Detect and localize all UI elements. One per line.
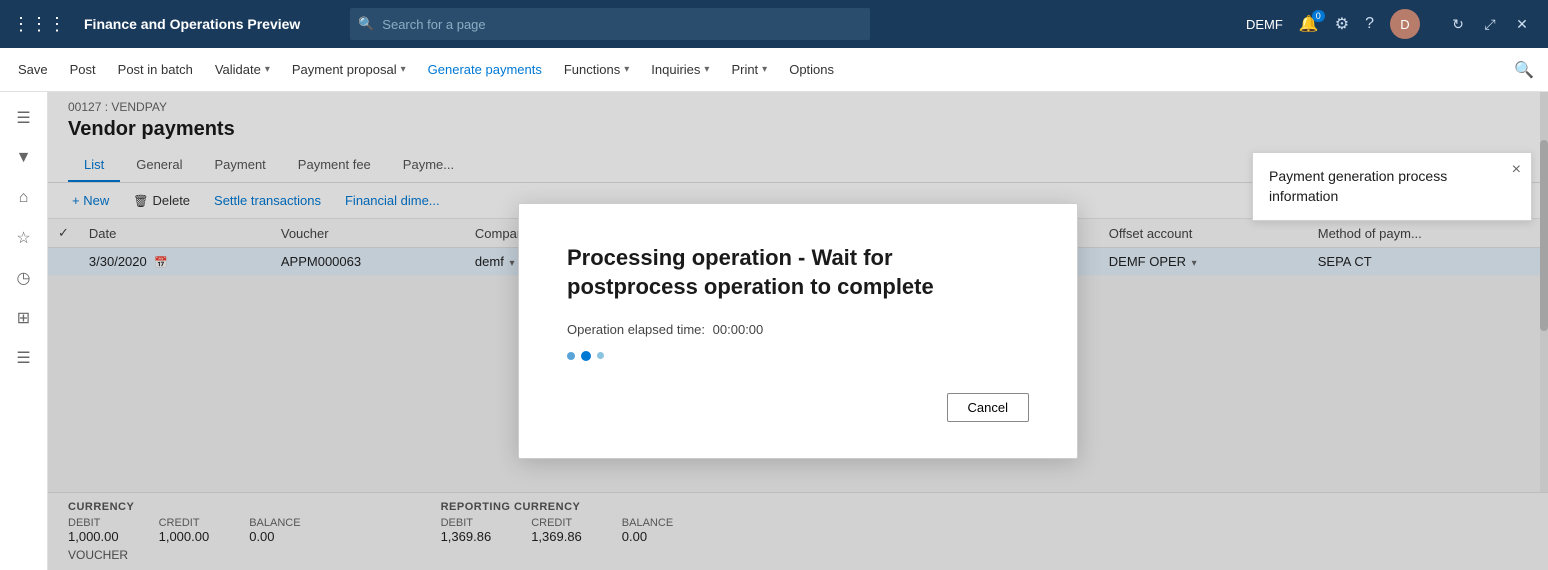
info-popup-close-button[interactable]: × bbox=[1512, 161, 1521, 179]
window-controls: ↻ ⤢ ✕ bbox=[1444, 10, 1536, 38]
sidebar-menu-icon[interactable]: ☰ bbox=[6, 100, 42, 136]
command-search-icon[interactable]: 🔍 bbox=[1508, 54, 1540, 86]
dot-2 bbox=[581, 351, 591, 361]
validate-chevron-icon: ▾ bbox=[265, 64, 270, 75]
post-button[interactable]: Post bbox=[60, 56, 106, 83]
command-bar: Save Post Post in batch Validate ▾ Payme… bbox=[0, 48, 1548, 92]
inquiries-button[interactable]: Inquiries ▾ bbox=[641, 56, 719, 83]
window-expand-icon[interactable]: ⤢ bbox=[1476, 10, 1504, 38]
processing-modal: Processing operation - Wait for postproc… bbox=[518, 203, 1078, 458]
settings-icon[interactable]: ⚙ bbox=[1335, 14, 1349, 34]
functions-chevron-icon: ▾ bbox=[624, 64, 629, 75]
payment-proposal-button[interactable]: Payment proposal ▾ bbox=[282, 56, 416, 83]
save-button[interactable]: Save bbox=[8, 56, 58, 83]
search-icon: 🔍 bbox=[358, 16, 374, 32]
modal-actions: Cancel bbox=[567, 393, 1029, 422]
print-button[interactable]: Print ▾ bbox=[721, 56, 777, 83]
modal-dots bbox=[567, 351, 1029, 361]
grid-menu-icon[interactable]: ⋮⋮⋮ bbox=[12, 14, 66, 35]
content-area: 00127 : VENDPAY Vendor payments List Gen… bbox=[48, 92, 1548, 570]
validate-button[interactable]: Validate ▾ bbox=[205, 56, 280, 83]
functions-button[interactable]: Functions ▾ bbox=[554, 56, 639, 83]
sidebar-icons: ☰ ▼ ⌂ ☆ ◷ ⊞ ☰ bbox=[0, 92, 48, 570]
window-close-icon[interactable]: ✕ bbox=[1508, 10, 1536, 38]
modal-elapsed: Operation elapsed time: 00:00:00 bbox=[567, 322, 1029, 337]
generate-payments-button[interactable]: Generate payments bbox=[418, 56, 552, 83]
sidebar-clock-icon[interactable]: ◷ bbox=[6, 260, 42, 296]
dot-3 bbox=[597, 352, 604, 359]
print-chevron-icon: ▾ bbox=[762, 64, 767, 75]
sidebar-grid-icon[interactable]: ⊞ bbox=[6, 300, 42, 336]
main-layout: ☰ ▼ ⌂ ☆ ◷ ⊞ ☰ 00127 : VENDPAY Vendor pay… bbox=[0, 92, 1548, 570]
inquiries-chevron-icon: ▾ bbox=[704, 64, 709, 75]
payment-proposal-chevron-icon: ▾ bbox=[401, 64, 406, 75]
elapsed-time: 00:00:00 bbox=[713, 322, 764, 337]
window-refresh-icon[interactable]: ↻ bbox=[1444, 10, 1472, 38]
notification-badge: 0 bbox=[1312, 10, 1325, 22]
dot-1 bbox=[567, 352, 575, 360]
sidebar-list-icon[interactable]: ☰ bbox=[6, 340, 42, 376]
sidebar-filter-icon[interactable]: ▼ bbox=[6, 140, 42, 176]
post-batch-button[interactable]: Post in batch bbox=[108, 56, 203, 83]
top-bar: ⋮⋮⋮ Finance and Operations Preview 🔍 DEM… bbox=[0, 0, 1548, 48]
sidebar-home-icon[interactable]: ⌂ bbox=[6, 180, 42, 216]
info-popup-title: Payment generation process information bbox=[1269, 167, 1515, 206]
info-popup: Payment generation process information × bbox=[1252, 152, 1532, 221]
avatar[interactable]: D bbox=[1390, 9, 1420, 39]
options-button[interactable]: Options bbox=[779, 56, 844, 83]
user-label: DEMF bbox=[1246, 17, 1283, 32]
modal-cancel-button[interactable]: Cancel bbox=[947, 393, 1029, 422]
app-title: Finance and Operations Preview bbox=[84, 16, 300, 32]
top-bar-right: DEMF 🔔 0 ⚙ ? D ↻ ⤢ ✕ bbox=[1246, 9, 1536, 39]
modal-title: Processing operation - Wait for postproc… bbox=[567, 244, 1029, 301]
search-input[interactable] bbox=[350, 8, 870, 40]
search-container: 🔍 bbox=[350, 8, 870, 40]
sidebar-star-icon[interactable]: ☆ bbox=[6, 220, 42, 256]
notification-icon[interactable]: 🔔 0 bbox=[1299, 14, 1319, 34]
help-icon[interactable]: ? bbox=[1365, 15, 1374, 33]
